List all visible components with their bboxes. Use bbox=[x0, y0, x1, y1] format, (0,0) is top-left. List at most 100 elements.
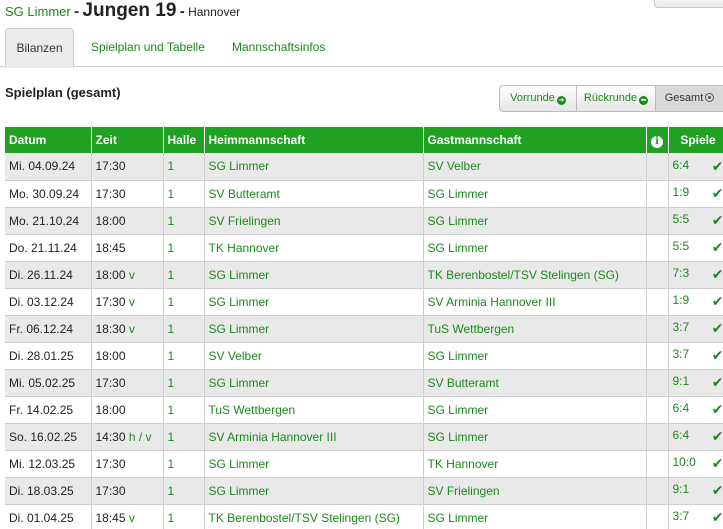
cell-score[interactable]: 10:0 ✔ bbox=[668, 450, 723, 478]
cell-hall[interactable]: 1 bbox=[163, 477, 205, 505]
time-value: 18:45 bbox=[95, 240, 126, 255]
cell-hall[interactable]: 1 bbox=[163, 207, 205, 235]
cell-hall[interactable]: 1 bbox=[163, 234, 205, 262]
filter-rueckrunde-button[interactable]: Rückrunde ⬅ bbox=[576, 85, 656, 112]
cell-guest-team[interactable]: SG Limmer bbox=[423, 207, 647, 235]
cell-score[interactable]: 7:3 ✔ bbox=[668, 261, 723, 289]
cell-home-team[interactable]: SG Limmer bbox=[204, 450, 424, 478]
cell-hall[interactable]: 1 bbox=[163, 504, 205, 529]
score-value[interactable]: 9:1 bbox=[673, 482, 690, 496]
cell-score[interactable]: 9:1 ✔ bbox=[668, 369, 723, 397]
cell-hall[interactable]: 1 bbox=[163, 153, 205, 181]
cell-info bbox=[646, 207, 669, 235]
cell-score[interactable]: 6:4 ✔ bbox=[668, 423, 723, 451]
cell-home-team[interactable]: SG Limmer bbox=[204, 477, 424, 505]
cell-score[interactable]: 1:9 ✔ bbox=[668, 180, 723, 208]
cell-home-team[interactable]: SG Limmer bbox=[204, 288, 424, 316]
cell-home-team[interactable]: SV Arminia Hannover III bbox=[204, 423, 424, 451]
score-value[interactable]: 6:4 bbox=[673, 428, 690, 442]
cell-home-team[interactable]: SV Velber bbox=[204, 342, 424, 370]
score-value[interactable]: 7:3 bbox=[673, 266, 690, 280]
cell-hall[interactable]: 1 bbox=[163, 261, 205, 289]
time-value: 14:30 bbox=[95, 429, 126, 444]
cell-home-team[interactable]: TK Hannover bbox=[204, 234, 424, 262]
filter-label: Rückrunde bbox=[583, 92, 638, 104]
score-value[interactable]: 1:9 bbox=[673, 293, 690, 307]
tab-bilanzen[interactable]: Bilanzen bbox=[5, 28, 74, 68]
score-value[interactable]: 6:4 bbox=[673, 401, 690, 415]
match-flag: h / v bbox=[128, 429, 152, 444]
cell-score[interactable]: 5:5 ✔ bbox=[668, 234, 723, 262]
cell-guest-team[interactable]: SG Limmer bbox=[423, 234, 647, 262]
checkmark-icon: ✔ bbox=[711, 212, 723, 228]
cell-guest-team[interactable]: SV Frielingen bbox=[423, 477, 647, 505]
cell-guest-team[interactable]: SG Limmer bbox=[423, 342, 647, 370]
cell-hall[interactable]: 1 bbox=[163, 288, 205, 316]
score-value[interactable]: 10:0 bbox=[673, 455, 696, 469]
cell-score[interactable]: 1:9 ✔ bbox=[668, 288, 723, 316]
table-row: Mi. 05.02.25 17:30 1 SG Limmer SV Butteramt… bbox=[5, 369, 723, 397]
cell-guest-team[interactable]: SG Limmer bbox=[423, 396, 647, 424]
cell-hall[interactable]: 1 bbox=[163, 450, 205, 478]
cell-score[interactable]: 6:4 ✔ bbox=[668, 153, 723, 181]
cell-hall[interactable]: 1 bbox=[163, 369, 205, 397]
cell-guest-team[interactable]: TuS Wettbergen bbox=[423, 315, 647, 343]
club-name[interactable]: SG Limmer bbox=[5, 4, 71, 19]
cell-hall[interactable]: 1 bbox=[163, 423, 205, 451]
score-value[interactable]: 3:7 bbox=[673, 509, 690, 523]
cell-info bbox=[646, 234, 669, 262]
score-value[interactable]: 6:4 bbox=[673, 158, 690, 172]
cell-hall[interactable]: 1 bbox=[163, 396, 205, 424]
cell-hall[interactable]: 1 bbox=[163, 315, 205, 343]
score-value[interactable]: 3:7 bbox=[673, 347, 690, 361]
region-name: Hannover bbox=[188, 5, 241, 19]
cell-guest-team[interactable]: SG Limmer bbox=[423, 423, 647, 451]
cell-score[interactable]: 5:5 ✔ bbox=[668, 207, 723, 235]
score-value[interactable]: 1:9 bbox=[673, 185, 690, 199]
match-flag: v bbox=[128, 294, 135, 309]
filter-gesamt-button[interactable]: Gesamt bbox=[655, 85, 723, 112]
top-right-button[interactable] bbox=[654, 0, 723, 8]
col-header-datum: Datum bbox=[5, 127, 92, 153]
cell-score[interactable]: 3:7 ✔ bbox=[668, 342, 723, 370]
score-value[interactable]: 9:1 bbox=[673, 374, 690, 388]
arrow-left-circle-icon: ⬅ bbox=[639, 96, 649, 105]
cell-date: Mi. 05.02.25 bbox=[5, 369, 92, 397]
cell-score[interactable]: 3:7 ✔ bbox=[668, 504, 723, 529]
cell-home-team[interactable]: SV Frielingen bbox=[204, 207, 424, 235]
filter-vorrunde-button[interactable]: Vorrunde ➜ bbox=[499, 85, 577, 112]
cell-info bbox=[646, 477, 669, 505]
tab-mannschaftsinfos[interactable]: Mannschaftsinfos bbox=[232, 28, 325, 67]
cell-home-team[interactable]: SG Limmer bbox=[204, 315, 424, 343]
tab-spielplan-und-tabelle[interactable]: Spielplan und Tabelle bbox=[91, 28, 205, 67]
cell-guest-team[interactable]: SV Arminia Hannover III bbox=[423, 288, 647, 316]
cell-hall[interactable]: 1 bbox=[163, 180, 205, 208]
filter-label: Gesamt bbox=[664, 92, 704, 104]
header-separator: - bbox=[74, 3, 80, 20]
cell-home-team[interactable]: SG Limmer bbox=[204, 369, 424, 397]
cell-score[interactable]: 3:7 ✔ bbox=[668, 315, 723, 343]
score-value[interactable]: 5:5 bbox=[673, 212, 690, 226]
cell-home-team[interactable]: TK Berenbostel/TSV Stelingen (SG) bbox=[204, 504, 424, 529]
cell-guest-team[interactable]: SV Velber bbox=[423, 153, 647, 181]
cell-guest-team[interactable]: TK Hannover bbox=[423, 450, 647, 478]
score-value[interactable]: 3:7 bbox=[673, 320, 690, 334]
cell-guest-team[interactable]: TK Berenbostel/TSV Stelingen (SG) bbox=[423, 261, 647, 289]
table-row: So. 16.02.25 14:30 h / v 1 SV Arminia Hanno… bbox=[5, 423, 723, 451]
checkmark-icon: ✔ bbox=[711, 157, 723, 174]
cell-guest-team[interactable]: SG Limmer bbox=[423, 504, 647, 529]
cell-date: Di. 03.12.24 bbox=[5, 288, 92, 316]
cell-info bbox=[646, 180, 669, 208]
table-header-row: Datum Zeit Halle Heimmannschaft Gastmann… bbox=[5, 127, 723, 153]
cell-hall[interactable]: 1 bbox=[163, 342, 205, 370]
cell-home-team[interactable]: SV Butteramt bbox=[204, 180, 424, 208]
cell-home-team[interactable]: SG Limmer bbox=[204, 153, 424, 181]
cell-home-team[interactable]: SG Limmer bbox=[204, 261, 424, 289]
cell-guest-team[interactable]: SV Butteramt bbox=[423, 369, 647, 397]
cell-score[interactable]: 6:4 ✔ bbox=[668, 396, 723, 424]
cell-score[interactable]: 9:1 ✔ bbox=[668, 477, 723, 505]
cell-guest-team[interactable]: SG Limmer bbox=[423, 180, 647, 208]
score-value[interactable]: 5:5 bbox=[673, 239, 690, 253]
cell-info bbox=[646, 450, 669, 478]
cell-home-team[interactable]: TuS Wettbergen bbox=[204, 396, 424, 424]
